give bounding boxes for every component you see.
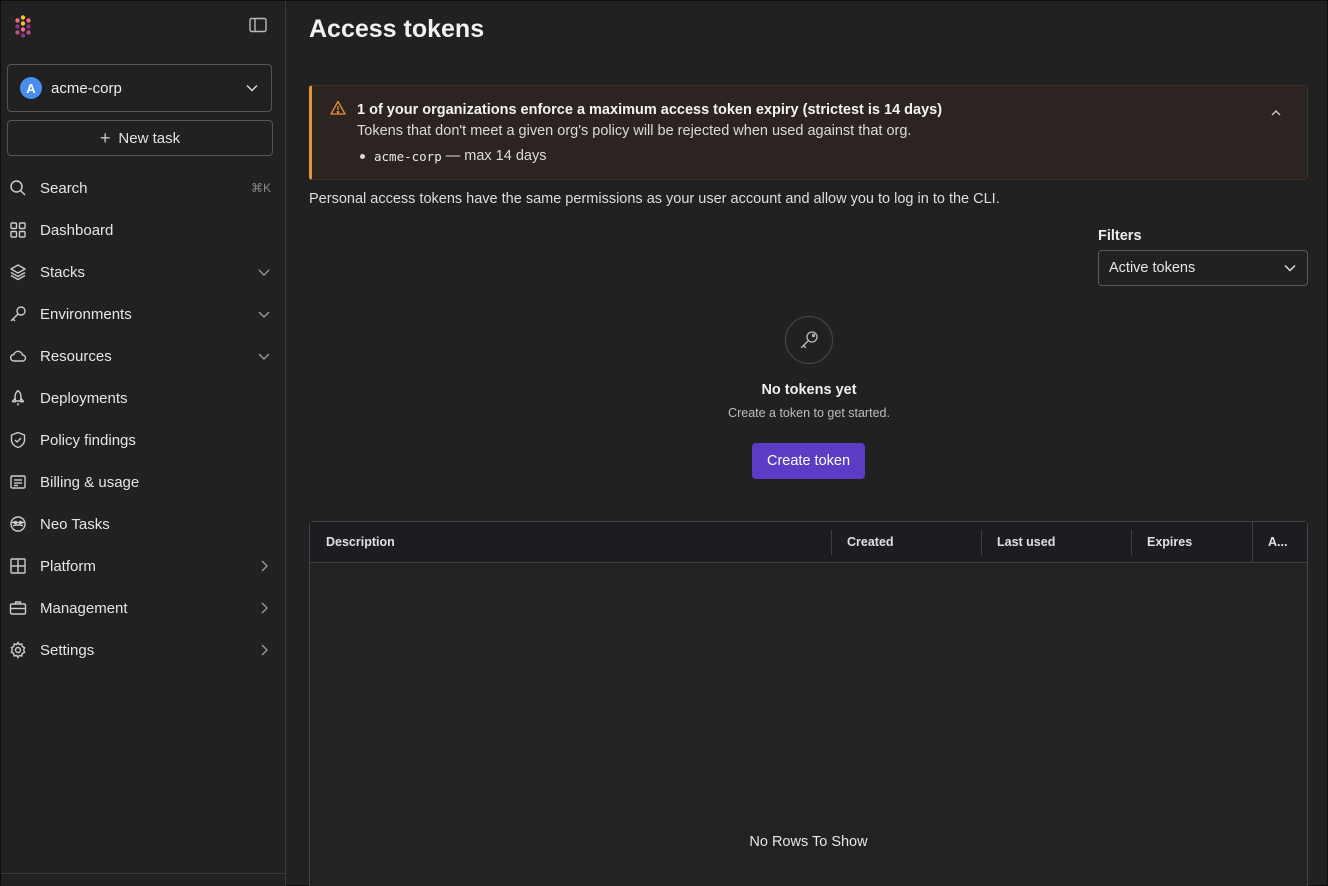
empty-state-title: No tokens yet <box>761 382 857 398</box>
sidebar-item-label: Search <box>40 179 88 197</box>
chevron-right-icon[interactable] <box>257 559 271 573</box>
token-expiry-alert: 1 of your organizations enforce a maximu… <box>309 85 1308 180</box>
sidebar-footer-divider <box>1 873 285 874</box>
org-selector[interactable]: A acme-corp <box>7 64 272 112</box>
org-avatar: A <box>20 77 42 99</box>
sidebar-item-label: Management <box>40 599 128 617</box>
sidebar-item-policy-findings[interactable]: Policy findings <box>1 419 285 461</box>
alert-body: Tokens that don't meet a given org's pol… <box>357 123 912 139</box>
receipt-icon <box>9 473 27 491</box>
chevron-down-icon <box>246 84 258 92</box>
column-header-description[interactable]: Description <box>310 522 831 562</box>
gear-icon <box>9 641 27 659</box>
plus-icon: + <box>99 128 111 148</box>
chevron-down-icon[interactable] <box>257 265 271 279</box>
page-description: Personal access tokens have the same per… <box>309 191 1000 207</box>
key-icon <box>800 331 818 349</box>
dashboard-icon <box>9 221 27 239</box>
neo-icon <box>9 515 27 533</box>
empty-state-subtitle: Create a token to get started. <box>728 406 890 420</box>
alert-title: 1 of your organizations enforce a maximu… <box>357 102 943 118</box>
sidebar-item-billing[interactable]: Billing & usage <box>1 461 285 503</box>
rocket-icon <box>9 389 27 407</box>
chevron-right-icon[interactable] <box>257 601 271 615</box>
app-logo-icon[interactable] <box>11 14 35 38</box>
filters-label: Filters <box>1098 228 1142 244</box>
cloud-icon <box>9 347 27 365</box>
sidebar-item-label: Resources <box>40 347 112 365</box>
sidebar-item-stacks[interactable]: Stacks <box>1 251 285 293</box>
sidebar-item-environments[interactable]: Environments <box>1 293 285 335</box>
key-icon <box>9 305 27 323</box>
filters-selected-value: Active tokens <box>1109 260 1196 276</box>
alert-list-item: acme-corp — max 14 days <box>357 148 546 164</box>
sidebar-item-search[interactable]: Search ⌘K <box>1 167 285 209</box>
app-window: A acme-corp + New task Search ⌘K Dashboa… <box>0 0 1328 886</box>
empty-state-icon-circle <box>785 316 833 364</box>
chevron-down-icon[interactable] <box>257 307 271 321</box>
briefcase-icon <box>9 599 27 617</box>
new-task-button[interactable]: + New task <box>7 120 273 156</box>
sidebar-item-label: Neo Tasks <box>40 515 110 533</box>
sidebar-item-management[interactable]: Management <box>1 587 285 629</box>
sidebar-item-label: Dashboard <box>40 221 114 239</box>
chevron-up-icon[interactable] <box>1269 106 1283 120</box>
sidebar-item-platform[interactable]: Platform <box>1 545 285 587</box>
tokens-table: Description Created Last used Expires A.… <box>309 521 1308 886</box>
sidebar-item-label: Billing & usage <box>40 473 140 491</box>
shield-check-icon <box>9 431 27 449</box>
sidebar-item-settings[interactable]: Settings <box>1 629 285 671</box>
sidebar-item-label: Environments <box>40 305 132 323</box>
search-icon <box>9 179 27 197</box>
filters-dropdown[interactable]: Active tokens <box>1098 250 1308 286</box>
sidebar: A acme-corp + New task Search ⌘K Dashboa… <box>1 1 286 886</box>
column-header-last-used[interactable]: Last used <box>981 522 1131 562</box>
bullet-icon <box>360 153 365 159</box>
column-header-created[interactable]: Created <box>831 522 981 562</box>
warning-icon <box>330 100 346 115</box>
org-code: acme-corp <box>374 148 442 164</box>
sidebar-item-neo-tasks[interactable]: Neo Tasks <box>1 503 285 545</box>
sidebar-toggle-icon[interactable] <box>249 17 267 33</box>
shortcut-hint: ⌘K <box>250 181 271 195</box>
sidebar-item-label: Stacks <box>40 263 86 281</box>
grid-icon <box>9 557 27 575</box>
sidebar-item-label: Settings <box>40 641 95 659</box>
column-header-expires[interactable]: Expires <box>1131 522 1252 562</box>
org-name: acme-corp <box>51 79 122 97</box>
page-title: Access tokens <box>309 15 485 43</box>
layers-icon <box>9 263 27 281</box>
main-content: Access tokens 1 of your organizations en… <box>287 1 1328 886</box>
sidebar-item-label: Policy findings <box>40 431 136 449</box>
table-empty-message: No Rows To Show <box>749 834 868 850</box>
sidebar-item-deployments[interactable]: Deployments <box>1 377 285 419</box>
create-token-button[interactable]: Create token <box>752 443 865 479</box>
org-policy-text: — max 14 days <box>445 148 547 164</box>
sidebar-item-resources[interactable]: Resources <box>1 335 285 377</box>
chevron-down-icon[interactable] <box>257 349 271 363</box>
new-task-label: New task <box>118 129 181 147</box>
chevron-right-icon[interactable] <box>257 643 271 657</box>
chevron-down-icon <box>1284 264 1296 272</box>
column-header-actions[interactable]: A... <box>1252 522 1307 563</box>
table-header: Description Created Last used Expires A.… <box>310 522 1307 563</box>
sidebar-item-dashboard[interactable]: Dashboard <box>1 209 285 251</box>
sidebar-item-label: Deployments <box>40 389 128 407</box>
sidebar-item-label: Platform <box>40 557 96 575</box>
sidebar-nav: Search ⌘K Dashboard Stacks Environments … <box>1 167 285 671</box>
